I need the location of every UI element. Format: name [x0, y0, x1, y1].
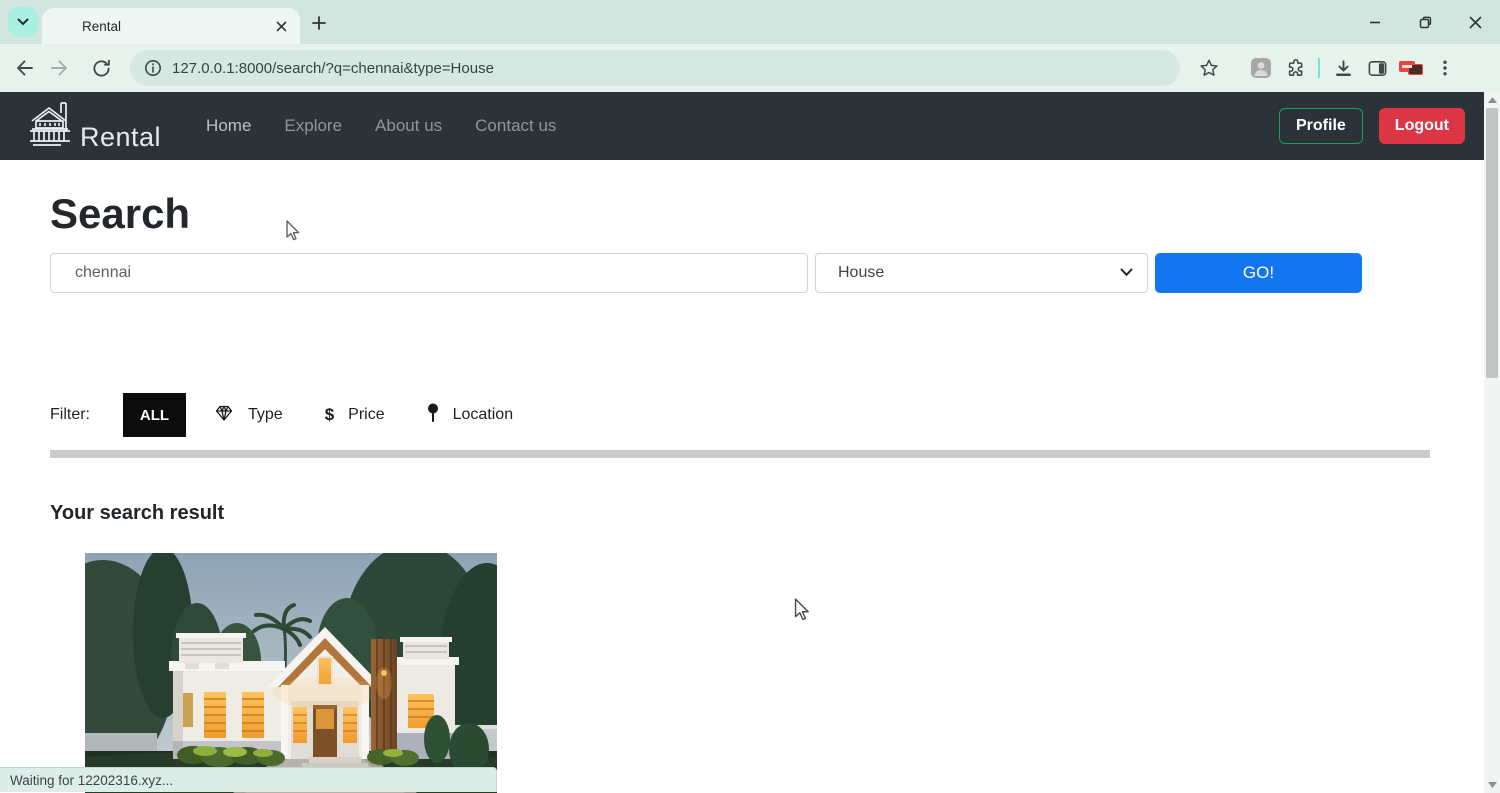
toolbar-separator — [1318, 58, 1320, 78]
tab-search-button[interactable] — [8, 7, 38, 37]
back-button[interactable] — [8, 51, 42, 85]
page-title: Search — [50, 190, 191, 237]
status-bar: Waiting for 12202316.xyz... — [0, 767, 497, 792]
address-bar[interactable]: 127.0.0.1:8000/search/?q=chennai&type=Ho… — [130, 50, 1180, 86]
chevron-down-icon — [1120, 264, 1133, 282]
extensions-puzzle-icon — [1288, 58, 1302, 76]
location-pin-icon — [427, 403, 439, 428]
profile-button[interactable]: Profile — [1279, 108, 1363, 144]
search-input[interactable] — [50, 253, 808, 293]
side-panel-button[interactable] — [1360, 51, 1394, 85]
nav-actions: Profile Logout — [1279, 108, 1465, 144]
site-info-icon[interactable] — [144, 59, 162, 77]
vertical-scrollbar[interactable] — [1484, 92, 1500, 793]
nav-link-about[interactable]: About us — [375, 116, 442, 136]
extension-badge-icon — [1399, 60, 1423, 76]
close-window-button[interactable] — [1450, 0, 1500, 44]
browser-tab[interactable]: Rental — [42, 8, 300, 44]
minimize-button[interactable] — [1350, 0, 1400, 44]
filter-horizontal-scrollbar[interactable] — [50, 450, 1430, 458]
rental-logo-house-icon — [25, 100, 75, 153]
dollar-icon: $ — [324, 405, 335, 424]
status-text: Waiting for 12202316.xyz... — [10, 772, 174, 788]
avatar-icon — [1251, 58, 1271, 78]
forward-icon — [51, 60, 67, 76]
tab-close-icon[interactable] — [272, 17, 290, 35]
filter-row: Filter: ALL Type $ Price Location — [50, 393, 555, 437]
site-navbar: Rental Home Explore About us Contact us … — [0, 92, 1500, 160]
nav-link-explore[interactable]: Explore — [284, 116, 342, 136]
chevron-down-icon — [17, 13, 29, 31]
filter-type-label: Type — [248, 406, 283, 423]
window-controls — [1350, 0, 1500, 44]
scroll-down-arrow[interactable] — [1484, 778, 1500, 792]
nav-links: Home Explore About us Contact us — [206, 116, 556, 136]
filter-price-label: Price — [348, 406, 385, 423]
filter-type-chip[interactable]: Type — [214, 403, 283, 428]
filter-all-button[interactable]: ALL — [123, 393, 186, 437]
house-photo-illustration — [85, 553, 497, 793]
star-icon — [1200, 59, 1218, 76]
url-text[interactable]: 127.0.0.1:8000/search/?q=chennai&type=Ho… — [172, 60, 494, 77]
back-icon — [17, 60, 33, 76]
mouse-cursor-secondary — [283, 220, 301, 247]
downloads-button[interactable] — [1326, 51, 1360, 85]
type-select-value: House — [838, 264, 885, 281]
browser-menu-button[interactable] — [1428, 51, 1462, 85]
mouse-cursor — [791, 598, 811, 627]
page-viewport: Rental Home Explore About us Contact us … — [0, 92, 1500, 793]
listing-image[interactable] — [85, 553, 497, 793]
adblock-extension-button[interactable] — [1394, 51, 1428, 85]
scrollbar-thumb[interactable] — [1486, 108, 1498, 378]
filter-location-chip[interactable]: Location — [427, 403, 514, 428]
gem-icon — [214, 403, 234, 428]
bookmark-button[interactable] — [1192, 51, 1226, 85]
brand[interactable]: Rental — [25, 100, 161, 153]
new-tab-button[interactable] — [304, 8, 334, 38]
three-dot-menu-icon — [1443, 60, 1447, 76]
logout-button[interactable]: Logout — [1378, 108, 1465, 144]
side-panel-icon — [1368, 60, 1386, 76]
filter-label: Filter: — [50, 406, 90, 423]
brand-name[interactable]: Rental — [80, 123, 161, 153]
reload-button[interactable] — [84, 51, 118, 85]
download-icon — [1335, 59, 1351, 76]
maximize-button[interactable] — [1400, 0, 1450, 44]
nav-link-home[interactable]: Home — [206, 116, 251, 136]
filter-price-chip[interactable]: $ Price — [325, 405, 385, 425]
scroll-up-arrow[interactable] — [1484, 93, 1500, 107]
profile-avatar-button[interactable] — [1244, 51, 1278, 85]
type-select[interactable]: House — [815, 253, 1148, 293]
reload-icon — [92, 59, 110, 77]
browser-toolbar: 127.0.0.1:8000/search/?q=chennai&type=Ho… — [0, 44, 1500, 92]
results-heading: Your search result — [50, 502, 225, 524]
browser-tabstrip: Rental — [0, 0, 1500, 44]
forward-button[interactable] — [42, 51, 76, 85]
extensions-button[interactable] — [1278, 51, 1312, 85]
nav-link-contact[interactable]: Contact us — [475, 116, 556, 136]
tab-title: Rental — [82, 18, 122, 34]
filter-location-label: Location — [452, 406, 514, 423]
go-button[interactable]: GO! — [1155, 253, 1362, 293]
